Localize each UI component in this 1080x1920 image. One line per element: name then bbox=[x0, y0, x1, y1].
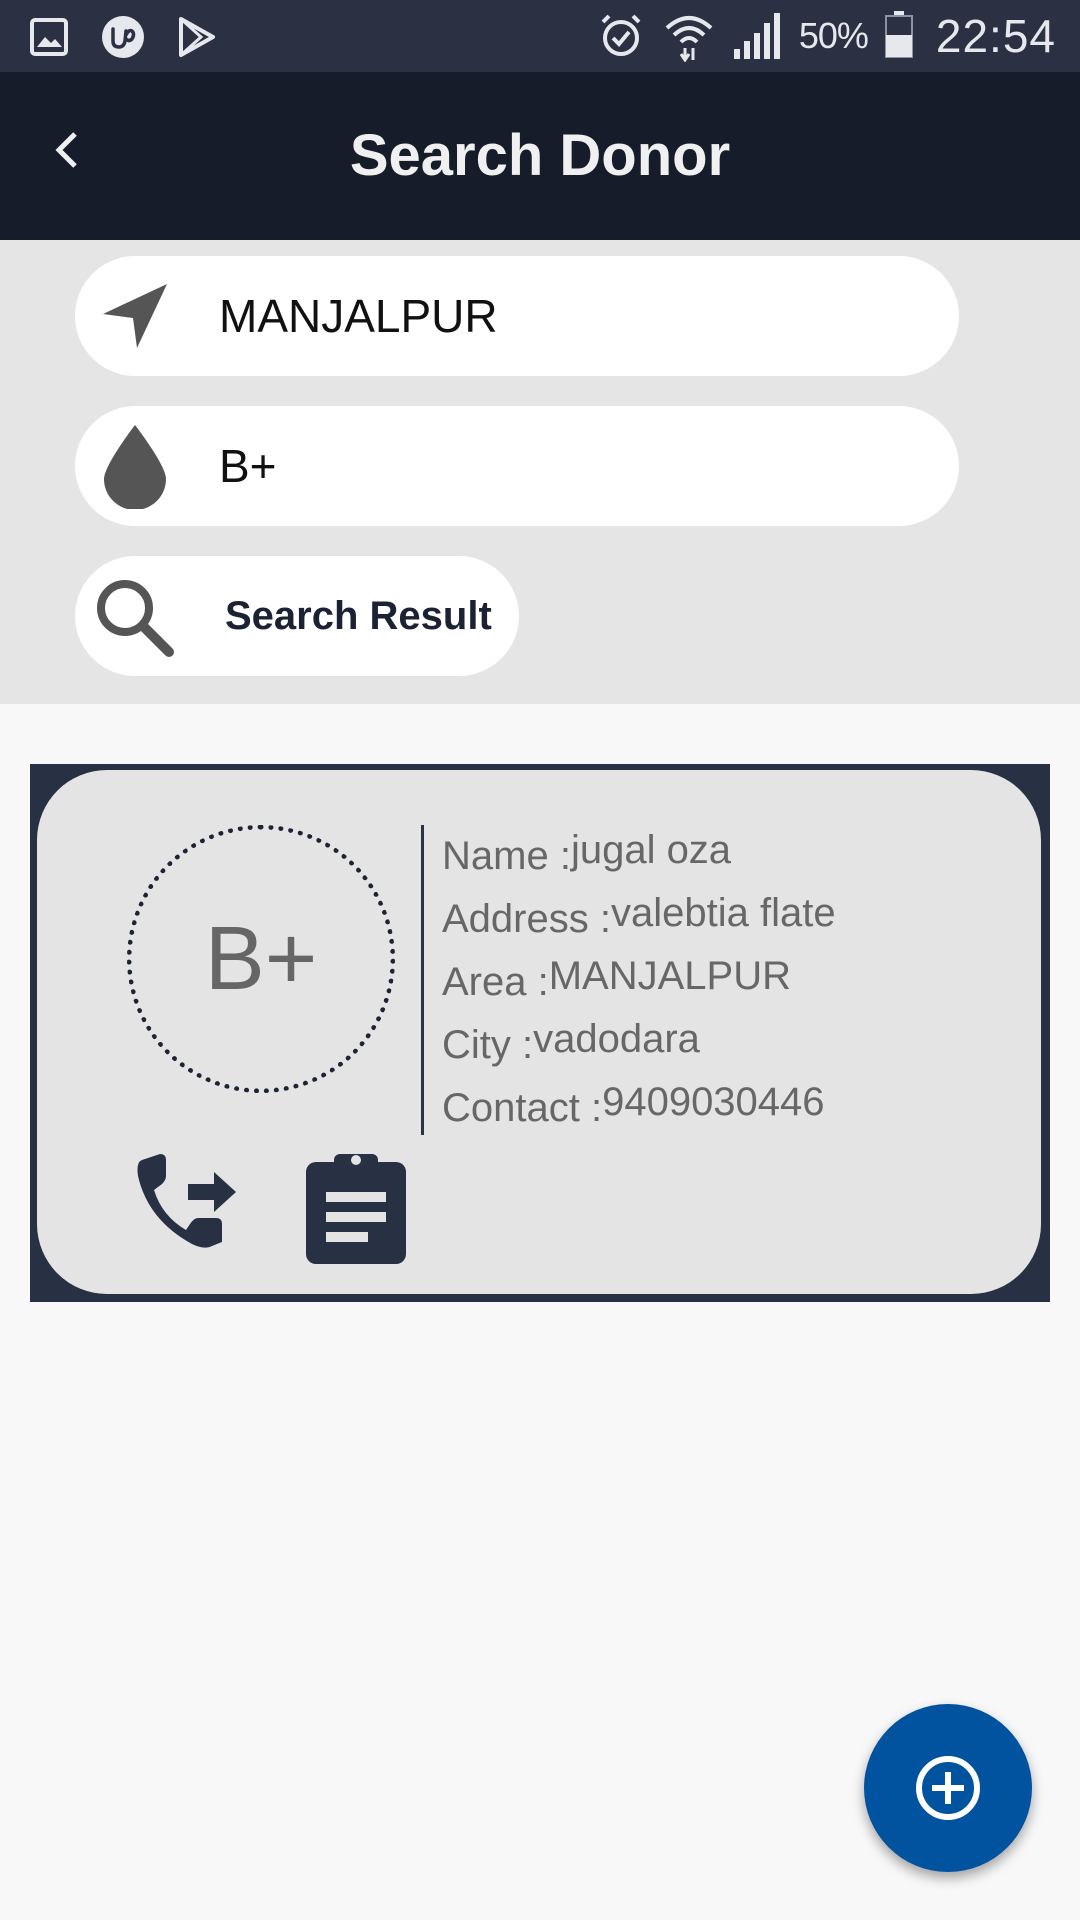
wifi-icon bbox=[663, 10, 715, 62]
blood-group-value: B+ bbox=[219, 440, 277, 492]
location-field[interactable]: MANJALPUR bbox=[75, 256, 959, 376]
clipboard-icon bbox=[306, 1154, 406, 1264]
donor-info: Name :jugal oza Address :valebtia flate … bbox=[442, 826, 836, 1141]
notification-icons bbox=[26, 14, 220, 60]
battery-icon bbox=[884, 9, 914, 64]
card-divider bbox=[421, 825, 424, 1135]
blood-group-badge: B+ bbox=[127, 825, 395, 1093]
phone-forward-icon bbox=[137, 1154, 236, 1248]
donor-city: vadodara bbox=[533, 1017, 700, 1061]
donor-name: jugal oza bbox=[570, 828, 732, 872]
search-panel: MANJALPUR B+ Search Result bbox=[0, 240, 1080, 704]
signal-icon bbox=[731, 10, 783, 62]
donor-area-row: Area :MANJALPUR bbox=[442, 952, 836, 1015]
donor-contact: 9409030446 bbox=[602, 1080, 825, 1124]
address-label: Address : bbox=[442, 897, 611, 941]
donor-address-row: Address :valebtia flate bbox=[442, 889, 836, 952]
blood-drop-icon bbox=[97, 425, 173, 509]
add-donor-fab[interactable] bbox=[864, 1704, 1032, 1872]
search-result-label: Search Result bbox=[225, 594, 492, 638]
upwork-icon bbox=[100, 14, 146, 60]
name-label: Name : bbox=[442, 834, 571, 878]
blood-group-field[interactable]: B+ bbox=[75, 406, 959, 526]
app-bar: Search Donor bbox=[0, 72, 1080, 240]
donor-name-row: Name :jugal oza bbox=[442, 826, 836, 889]
contact-label: Contact : bbox=[442, 1086, 603, 1130]
play-store-icon bbox=[174, 14, 220, 60]
battery-percent: 50% bbox=[798, 15, 869, 56]
donor-area: MANJALPUR bbox=[548, 954, 791, 998]
donor-city-row: City :vadodara bbox=[442, 1015, 836, 1078]
details-button[interactable] bbox=[304, 1148, 408, 1266]
area-label: Area : bbox=[442, 960, 549, 1004]
call-forward-button[interactable] bbox=[132, 1146, 244, 1252]
city-label: City : bbox=[442, 1023, 534, 1067]
location-value: MANJALPUR bbox=[219, 290, 498, 342]
search-result-button[interactable]: Search Result bbox=[75, 556, 519, 676]
donor-address: valebtia flate bbox=[610, 891, 836, 935]
blood-group-badge-text: B+ bbox=[204, 908, 318, 1009]
page-title: Search Donor bbox=[349, 123, 731, 188]
search-icon bbox=[91, 578, 179, 658]
alarm-icon bbox=[595, 10, 647, 62]
plus-circle-icon bbox=[916, 1756, 980, 1820]
navigation-arrow-icon bbox=[97, 278, 173, 354]
gallery-icon bbox=[26, 14, 72, 60]
status-bar: 50% 22:54 bbox=[0, 0, 1080, 72]
system-status: 50% 22:54 bbox=[595, 8, 1056, 64]
clock: 22:54 bbox=[935, 10, 1056, 62]
donor-contact-row: Contact :9409030446 bbox=[442, 1078, 836, 1141]
